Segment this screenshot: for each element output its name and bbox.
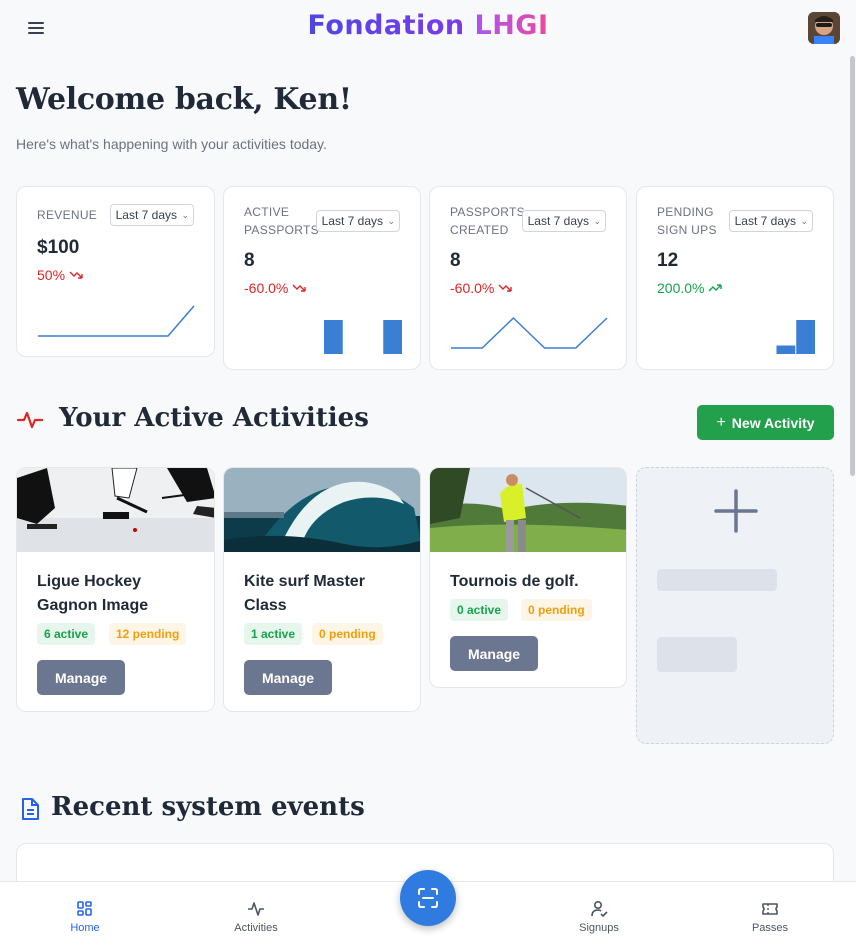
stat-card-passports-created: PASSPORTS CREATED Last 7 days ⌄ 8 -60.0% bbox=[429, 186, 627, 370]
brand-suffix: LHGI bbox=[474, 10, 549, 41]
active-count-badge: 0 active bbox=[450, 599, 509, 621]
scan-icon bbox=[418, 888, 438, 908]
activity-pulse-icon bbox=[17, 411, 43, 429]
pending-count-badge: 12 pending bbox=[109, 623, 187, 645]
stat-value: 8 bbox=[244, 250, 255, 271]
stat-card-revenue: REVENUE Last 7 days ⌄ $100 50% bbox=[16, 186, 215, 357]
nav-item-home[interactable]: Home bbox=[45, 900, 125, 934]
stat-change: 50% bbox=[37, 267, 83, 283]
nav-label: Signups bbox=[579, 922, 619, 934]
brand-name: Fondation bbox=[307, 10, 465, 41]
nav-item-passes[interactable]: Passes bbox=[730, 900, 810, 934]
sparkline-bar bbox=[776, 345, 796, 354]
period-select[interactable]: Last 7 days ⌄ bbox=[521, 210, 606, 232]
plus-icon bbox=[714, 489, 758, 533]
sparkline-bar bbox=[383, 320, 402, 354]
stat-label: REVENUE bbox=[37, 208, 98, 222]
sparkline bbox=[776, 320, 815, 354]
pending-count-badge: 0 pending bbox=[312, 623, 383, 645]
nav-item-activities[interactable]: Activities bbox=[216, 900, 296, 934]
section-title-activities: Your Active Activities bbox=[59, 403, 369, 433]
activity-name: Tournois de golf. bbox=[450, 573, 579, 590]
nav-label: Activities bbox=[234, 922, 278, 934]
stat-label: PENDING SIGN UPS bbox=[657, 205, 717, 237]
scan-button[interactable] bbox=[400, 870, 456, 926]
sparkline bbox=[323, 320, 402, 354]
sparkline-path bbox=[38, 305, 195, 337]
trend-up-icon bbox=[708, 284, 723, 292]
scrollbar[interactable] bbox=[850, 56, 855, 476]
period-select[interactable]: Last 7 days ⌄ bbox=[109, 204, 194, 226]
nav-label: Home bbox=[70, 922, 100, 934]
active-count-badge: 1 active bbox=[244, 623, 303, 645]
activity-pulse-icon bbox=[248, 902, 264, 916]
plus-icon: + bbox=[716, 413, 726, 431]
chevron-down-icon: ⌄ bbox=[387, 216, 395, 226]
period-select[interactable]: Last 7 days ⌄ bbox=[315, 210, 400, 232]
stat-value: $100 bbox=[37, 237, 80, 258]
sparkline bbox=[451, 316, 608, 349]
sparkline bbox=[38, 305, 195, 337]
pending-count-badge: 0 pending bbox=[521, 599, 592, 621]
manage-button[interactable]: Manage bbox=[244, 660, 332, 695]
stat-value: 8 bbox=[450, 250, 461, 271]
sparkline-bar bbox=[796, 320, 815, 354]
stat-card-pending-signups: PENDING SIGN UPS Last 7 days ⌄ 12 200.0% bbox=[636, 186, 834, 370]
page-title: Welcome back, Ken! bbox=[16, 82, 352, 117]
manage-button[interactable]: Manage bbox=[37, 660, 125, 695]
page-subtitle: Here's what's happening with your activi… bbox=[16, 136, 327, 152]
stat-label: PASSPORTS CREATED bbox=[450, 205, 525, 237]
ticket-icon bbox=[762, 903, 778, 915]
sparkline-bar bbox=[323, 320, 343, 354]
chevron-down-icon: ⌄ bbox=[181, 210, 189, 220]
chevron-down-icon: ⌄ bbox=[800, 216, 808, 226]
placeholder-bar bbox=[657, 637, 737, 672]
activity-card[interactable]: Kite surf Master Class 1 active 0 pendin… bbox=[223, 467, 421, 712]
active-count-badge: 6 active bbox=[37, 623, 96, 645]
sparkline-path bbox=[451, 316, 608, 349]
manage-button[interactable]: Manage bbox=[450, 636, 538, 671]
new-activity-button[interactable]: + New Activity bbox=[697, 405, 834, 440]
activity-name: Ligue Hockey Gagnon Image bbox=[37, 573, 149, 614]
stat-change: -60.0% bbox=[244, 280, 306, 296]
stat-change: -60.0% bbox=[450, 280, 512, 296]
nav-label: Passes bbox=[751, 922, 789, 934]
document-icon bbox=[22, 798, 39, 820]
stat-label: ACTIVE PASSPORTS bbox=[244, 205, 319, 237]
new-activity-label: New Activity bbox=[731, 414, 815, 431]
activity-image-wave bbox=[224, 468, 420, 552]
activity-image-golf bbox=[430, 468, 626, 552]
period-select[interactable]: Last 7 days ⌄ bbox=[728, 210, 813, 232]
avatar[interactable] bbox=[808, 12, 840, 44]
trend-down-icon bbox=[498, 284, 512, 292]
brand-logo[interactable]: Fondation LHGI bbox=[0, 10, 856, 41]
add-activity-card[interactable] bbox=[636, 467, 834, 744]
stat-value: 12 bbox=[657, 250, 679, 271]
trend-down-icon bbox=[292, 284, 306, 292]
activity-image-hockey bbox=[17, 468, 214, 552]
activity-card[interactable]: Tournois de golf. 0 active 0 pending Man… bbox=[429, 467, 627, 688]
top-bar: Fondation LHGI bbox=[0, 0, 856, 56]
section-title-events: Recent system events bbox=[51, 792, 365, 822]
activity-card[interactable]: Ligue Hockey Gagnon Image 6 active 12 pe… bbox=[16, 467, 215, 712]
home-grid-icon bbox=[77, 901, 92, 916]
nav-item-signups[interactable]: Signups bbox=[559, 900, 639, 934]
chevron-down-icon: ⌄ bbox=[593, 216, 601, 226]
stat-card-active-passports: ACTIVE PASSPORTS Last 7 days ⌄ 8 -60.0% bbox=[223, 186, 421, 370]
stat-change: 200.0% bbox=[657, 280, 723, 296]
activity-name: Kite surf Master Class bbox=[244, 573, 365, 614]
user-check-icon bbox=[591, 900, 608, 918]
placeholder-bar bbox=[657, 569, 777, 591]
trend-down-icon bbox=[69, 271, 83, 279]
